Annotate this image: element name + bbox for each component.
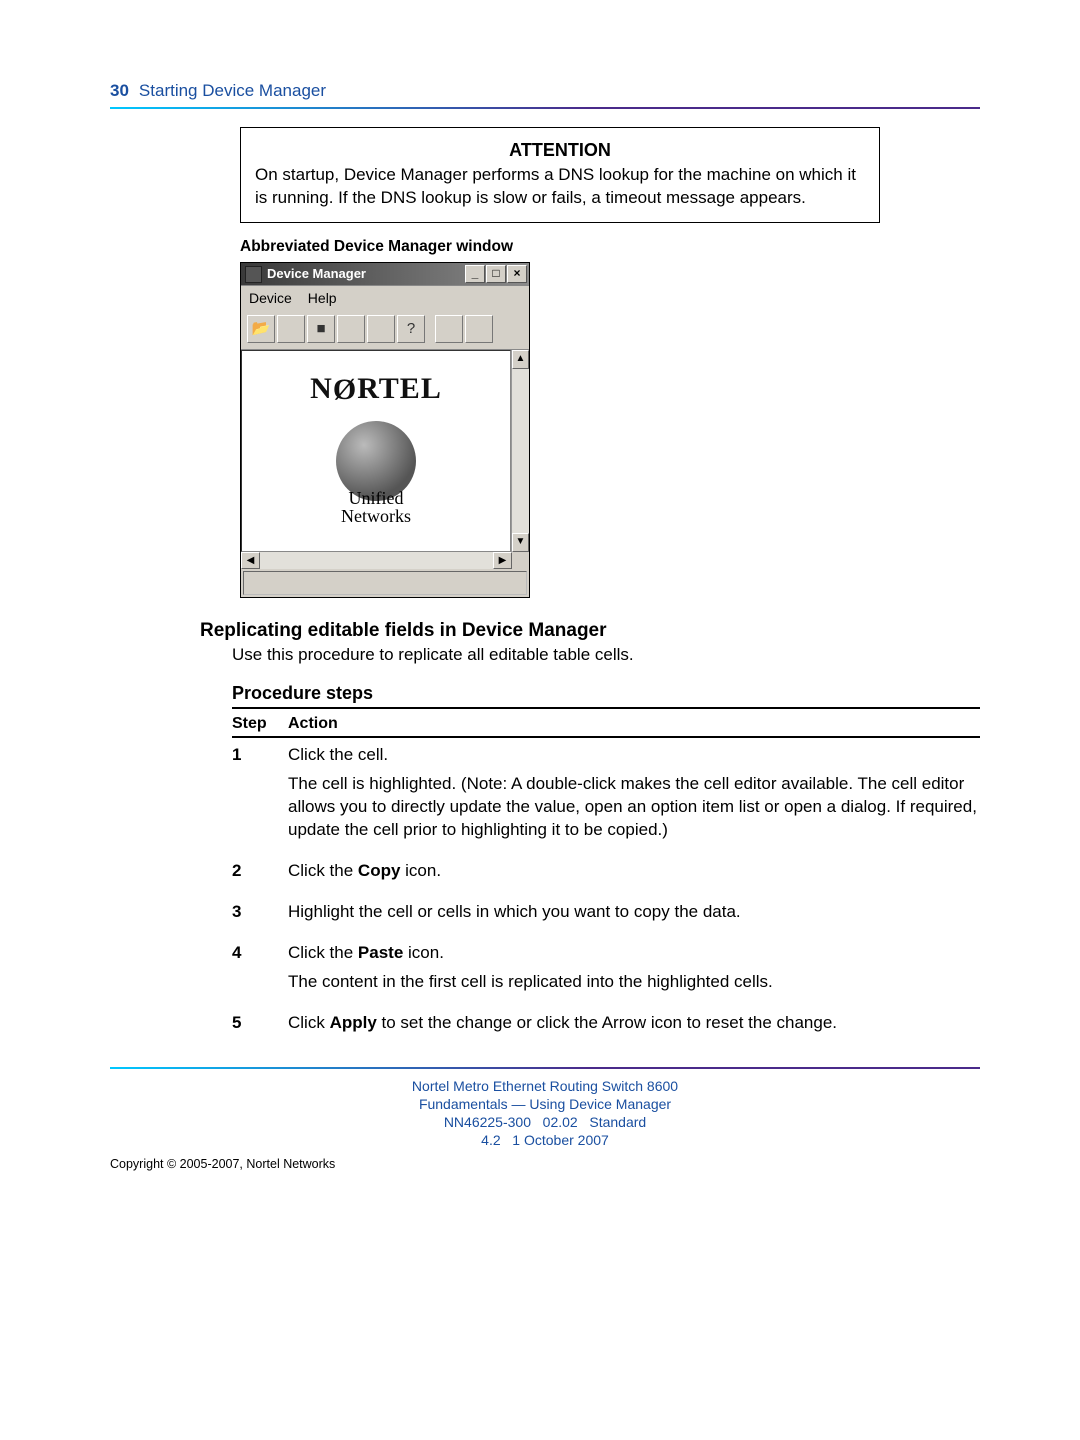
- copyright: Copyright © 2005-2007, Nortel Networks: [110, 1156, 980, 1173]
- step-text: Click Apply to set the change or click t…: [288, 1012, 980, 1035]
- menu-help[interactable]: Help: [308, 289, 337, 308]
- scroll-corner: [512, 552, 529, 569]
- table-row: 2 Click the Copy icon.: [232, 854, 980, 895]
- table-row: 1 Click the cell. The cell is highlighte…: [232, 737, 980, 854]
- footer-line: Nortel Metro Ethernet Routing Switch 860…: [110, 1077, 980, 1095]
- scroll-down-icon[interactable]: ▼: [512, 533, 529, 552]
- maximize-button[interactable]: □: [486, 265, 506, 283]
- step-text: Click the cell.: [288, 744, 980, 767]
- help-icon[interactable]: ?: [397, 315, 425, 343]
- scroll-left-icon[interactable]: ◀: [241, 552, 260, 569]
- menu-device[interactable]: Device: [249, 289, 292, 308]
- procedure-title: Procedure steps: [232, 681, 980, 709]
- canvas-area: NØRTEL Unified Networks: [241, 350, 511, 552]
- step-action: Click Apply to set the change or click t…: [288, 1006, 980, 1047]
- section-intro: Use this procedure to replicate all edit…: [232, 644, 980, 667]
- step-text: Click the Copy icon.: [288, 860, 980, 883]
- open-icon[interactable]: 📂: [247, 315, 275, 343]
- footer-block: Nortel Metro Ethernet Routing Switch 860…: [110, 1077, 980, 1150]
- scroll-up-icon[interactable]: ▲: [512, 350, 529, 369]
- header-title: Starting Device Manager: [139, 80, 326, 103]
- step-num: 5: [232, 1006, 288, 1047]
- minimize-button[interactable]: _: [465, 265, 485, 283]
- hscroll-track[interactable]: [260, 552, 493, 569]
- toolbar-button-4[interactable]: [337, 315, 365, 343]
- footer-line: NN46225-300 02.02 Standard: [110, 1113, 980, 1131]
- footer-line: Fundamentals — Using Device Manager: [110, 1095, 980, 1113]
- logo-part-2: Ø: [333, 370, 357, 411]
- menu-bar: Device Help: [241, 286, 529, 311]
- step-action: Click the Paste icon. The content in the…: [288, 936, 980, 1006]
- app-icon: [245, 266, 262, 283]
- step-note: The cell is highlighted. (Note: A double…: [288, 773, 980, 842]
- step-num: 4: [232, 936, 288, 1006]
- horizontal-scrollbar[interactable]: ◀ ▶: [241, 552, 529, 569]
- tagline: Unified Networks: [341, 489, 411, 525]
- step-action: Highlight the cell or cells in which you…: [288, 895, 980, 936]
- status-bar: [243, 571, 527, 595]
- scroll-right-icon[interactable]: ▶: [493, 552, 512, 569]
- page-number: 30: [110, 80, 129, 103]
- device-manager-window: Device Manager _ □ × Device Help 📂 ■ ?: [240, 262, 530, 598]
- vscroll-track[interactable]: [512, 369, 529, 533]
- table-row: 5 Click Apply to set the change or click…: [232, 1006, 980, 1047]
- logo-part-1: N: [310, 372, 333, 405]
- col-action: Action: [288, 711, 980, 738]
- step-note: The content in the first cell is replica…: [288, 971, 980, 994]
- step-num: 3: [232, 895, 288, 936]
- window-title: Device Manager: [267, 265, 465, 283]
- stop-icon[interactable]: ■: [307, 315, 335, 343]
- step-action: Click the cell. The cell is highlighted.…: [288, 737, 980, 854]
- toolbar-button-2[interactable]: [277, 315, 305, 343]
- procedure-table: Step Action 1 Click the cell. The cell i…: [232, 711, 980, 1047]
- step-text: Click the Paste icon.: [288, 942, 980, 965]
- vertical-scrollbar[interactable]: ▲ ▼: [511, 350, 529, 552]
- footer-rule: [110, 1067, 980, 1069]
- window-titlebar: Device Manager _ □ ×: [241, 263, 529, 286]
- table-row: 3 Highlight the cell or cells in which y…: [232, 895, 980, 936]
- step-action: Click the Copy icon.: [288, 854, 980, 895]
- footer-line: 4.2 1 October 2007: [110, 1131, 980, 1149]
- step-text: Highlight the cell or cells in which you…: [288, 901, 980, 924]
- attention-title: ATTENTION: [255, 138, 865, 162]
- page: 30 Starting Device Manager ATTENTION On …: [0, 0, 1080, 1440]
- toolbar-button-8[interactable]: [465, 315, 493, 343]
- step-num: 1: [232, 737, 288, 854]
- tagline-line2: Networks: [341, 507, 411, 525]
- running-header: 30 Starting Device Manager: [110, 80, 980, 103]
- header-rule: [110, 107, 980, 109]
- attention-body: On startup, Device Manager performs a DN…: [255, 164, 865, 210]
- section-heading: Replicating editable fields in Device Ma…: [200, 618, 980, 644]
- table-row: 4 Click the Paste icon. The content in t…: [232, 936, 980, 1006]
- logo-part-3: RTEL: [357, 372, 442, 405]
- col-step: Step: [232, 711, 288, 738]
- attention-box: ATTENTION On startup, Device Manager per…: [240, 127, 880, 223]
- toolbar-button-5[interactable]: [367, 315, 395, 343]
- figure-caption: Abbreviated Device Manager window: [240, 237, 880, 258]
- step-num: 2: [232, 854, 288, 895]
- nortel-logo: NØRTEL: [242, 369, 510, 410]
- close-button[interactable]: ×: [507, 265, 527, 283]
- toolbar-button-7[interactable]: [435, 315, 463, 343]
- tagline-line1: Unified: [341, 489, 411, 507]
- toolbar: 📂 ■ ?: [241, 311, 529, 350]
